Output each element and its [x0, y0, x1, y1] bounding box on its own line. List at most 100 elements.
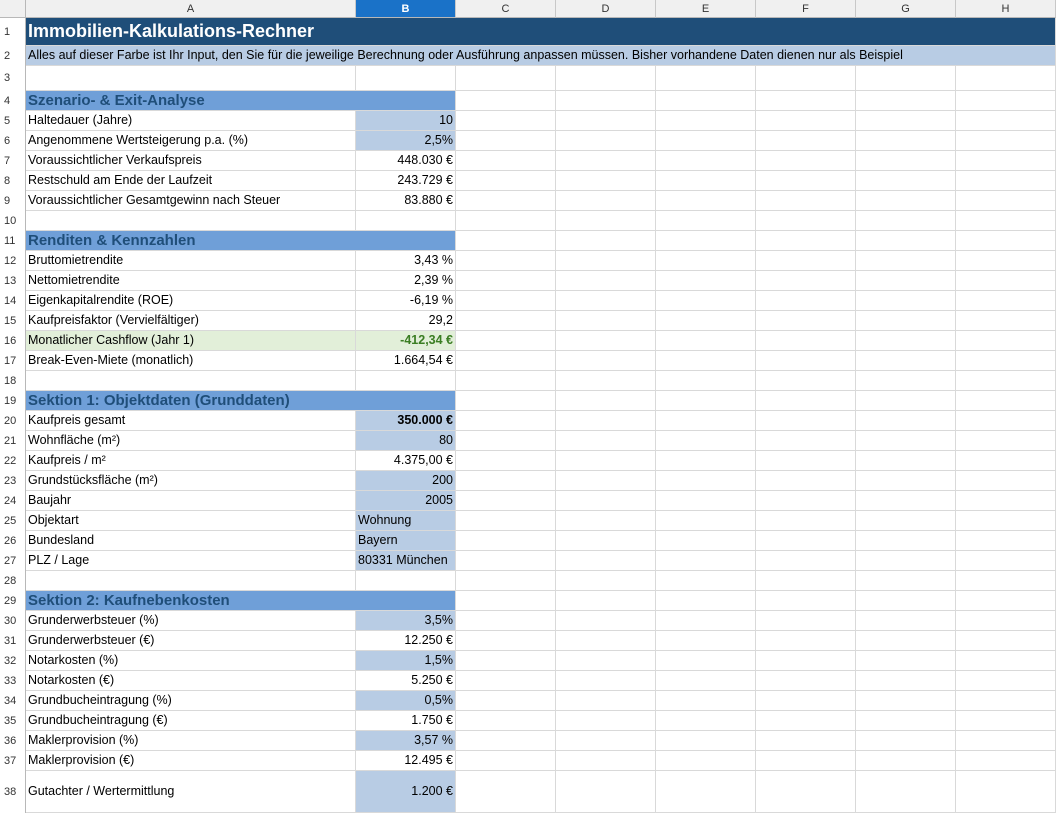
value-b32[interactable]: 1,5%	[356, 651, 456, 671]
cell-d6[interactable]	[556, 131, 656, 151]
label-a17[interactable]: Break-Even-Miete (monatlich)	[26, 351, 356, 371]
cell-h5[interactable]	[956, 111, 1056, 131]
cell-h12[interactable]	[956, 251, 1056, 271]
value-b14[interactable]: -6,19 %	[356, 291, 456, 311]
cell-c14[interactable]	[456, 291, 556, 311]
section-header-kaufnebenkosten[interactable]: Sektion 2: Kaufnebenkosten	[26, 591, 456, 611]
row-header-34[interactable]: 34	[0, 691, 26, 711]
cell-d27[interactable]	[556, 551, 656, 571]
cell-g30[interactable]	[856, 611, 956, 631]
cell-c25[interactable]	[456, 511, 556, 531]
cell-c6[interactable]	[456, 131, 556, 151]
column-header-d[interactable]: D	[556, 0, 656, 18]
cell-g21[interactable]	[856, 431, 956, 451]
cell-g27[interactable]	[856, 551, 956, 571]
cell-f27[interactable]	[756, 551, 856, 571]
cell-c9[interactable]	[456, 191, 556, 211]
cell-f8[interactable]	[756, 171, 856, 191]
cell-h21[interactable]	[956, 431, 1056, 451]
cell-g18[interactable]	[856, 371, 956, 391]
cell-g19[interactable]	[856, 391, 956, 411]
label-a24[interactable]: Baujahr	[26, 491, 356, 511]
cell-f19[interactable]	[756, 391, 856, 411]
cell-g32[interactable]	[856, 651, 956, 671]
label-a37[interactable]: Maklerprovision (€)	[26, 751, 356, 771]
value-b37[interactable]: 12.495 €	[356, 751, 456, 771]
cell-c10[interactable]	[456, 211, 556, 231]
row-header-31[interactable]: 31	[0, 631, 26, 651]
cell-h10[interactable]	[956, 211, 1056, 231]
cell-d4[interactable]	[556, 91, 656, 111]
row-header-15[interactable]: 15	[0, 311, 26, 331]
cell-d12[interactable]	[556, 251, 656, 271]
value-b7[interactable]: 448.030 €	[356, 151, 456, 171]
cell-e19[interactable]	[656, 391, 756, 411]
cell-f17[interactable]	[756, 351, 856, 371]
cell-d17[interactable]	[556, 351, 656, 371]
cell-a18[interactable]	[26, 371, 356, 391]
cell-d31[interactable]	[556, 631, 656, 651]
row-header-4[interactable]: 4	[0, 91, 26, 111]
cell-d13[interactable]	[556, 271, 656, 291]
label-a7[interactable]: Voraussichtlicher Verkaufspreis	[26, 151, 356, 171]
row-header-13[interactable]: 13	[0, 271, 26, 291]
row-header-20[interactable]: 20	[0, 411, 26, 431]
cell-c29[interactable]	[456, 591, 556, 611]
cell-g31[interactable]	[856, 631, 956, 651]
cell-d35[interactable]	[556, 711, 656, 731]
cell-f25[interactable]	[756, 511, 856, 531]
cell-e13[interactable]	[656, 271, 756, 291]
cell-f6[interactable]	[756, 131, 856, 151]
cell-g15[interactable]	[856, 311, 956, 331]
cell-e32[interactable]	[656, 651, 756, 671]
cell-f14[interactable]	[756, 291, 856, 311]
cell-e12[interactable]	[656, 251, 756, 271]
row-header-9[interactable]: 9	[0, 191, 26, 211]
cell-e14[interactable]	[656, 291, 756, 311]
cell-h8[interactable]	[956, 171, 1056, 191]
cell-h35[interactable]	[956, 711, 1056, 731]
column-header-a[interactable]: A	[26, 0, 356, 18]
cell-c31[interactable]	[456, 631, 556, 651]
cell-d37[interactable]	[556, 751, 656, 771]
cell-g12[interactable]	[856, 251, 956, 271]
cell-c5[interactable]	[456, 111, 556, 131]
cell-h31[interactable]	[956, 631, 1056, 651]
cell-f11[interactable]	[756, 231, 856, 251]
cell-e27[interactable]	[656, 551, 756, 571]
cell-e26[interactable]	[656, 531, 756, 551]
cell-e6[interactable]	[656, 131, 756, 151]
cell-d34[interactable]	[556, 691, 656, 711]
cell-g3[interactable]	[856, 66, 956, 91]
cell-f32[interactable]	[756, 651, 856, 671]
cell-h14[interactable]	[956, 291, 1056, 311]
cell-d18[interactable]	[556, 371, 656, 391]
cell-g22[interactable]	[856, 451, 956, 471]
row-header-24[interactable]: 24	[0, 491, 26, 511]
cell-e4[interactable]	[656, 91, 756, 111]
cell-c26[interactable]	[456, 531, 556, 551]
cell-g17[interactable]	[856, 351, 956, 371]
cell-g34[interactable]	[856, 691, 956, 711]
cell-d38[interactable]	[556, 771, 656, 813]
cell-g6[interactable]	[856, 131, 956, 151]
label-a21[interactable]: Wohnfläche (m²)	[26, 431, 356, 451]
label-a33[interactable]: Notarkosten (€)	[26, 671, 356, 691]
row-header-18[interactable]: 18	[0, 371, 26, 391]
cell-f5[interactable]	[756, 111, 856, 131]
row-header-19[interactable]: 19	[0, 391, 26, 411]
cell-d8[interactable]	[556, 171, 656, 191]
cell-d16[interactable]	[556, 331, 656, 351]
cell-e33[interactable]	[656, 671, 756, 691]
label-a26[interactable]: Bundesland	[26, 531, 356, 551]
cell-d24[interactable]	[556, 491, 656, 511]
row-header-22[interactable]: 22	[0, 451, 26, 471]
row-header-10[interactable]: 10	[0, 211, 26, 231]
value-b27[interactable]: 80331 München	[356, 551, 456, 571]
value-b38[interactable]: 1.200 €	[356, 771, 456, 813]
value-b12[interactable]: 3,43 %	[356, 251, 456, 271]
value-b36[interactable]: 3,57 %	[356, 731, 456, 751]
cell-e30[interactable]	[656, 611, 756, 631]
cell-g10[interactable]	[856, 211, 956, 231]
cell-e34[interactable]	[656, 691, 756, 711]
